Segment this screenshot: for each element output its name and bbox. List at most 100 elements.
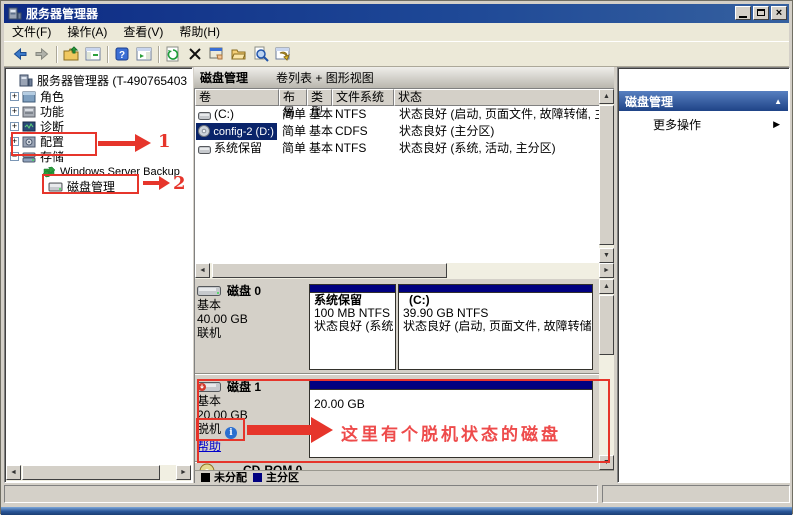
volume-status: 状态良好 (系统, 活动, 主分区) <box>399 140 599 157</box>
volume-type: 基本 <box>309 140 333 157</box>
scroll-thumb[interactable] <box>22 465 160 480</box>
app-icon <box>8 7 22 20</box>
partition-system-reserved[interactable]: 系统保留 100 MB NTFS 状态良好 (系统 <box>309 284 396 370</box>
volume-row-c[interactable]: (C:) 简单 基本 NTFS 状态良好 (启动, 页面文件, 故障转储, 主 <box>195 106 599 123</box>
partition-title: (C:) <box>399 293 592 307</box>
column-header-layout[interactable]: 布局 <box>279 89 307 106</box>
selected-volume-cell[interactable]: config-2 (D:) <box>196 123 277 140</box>
scroll-right-icon[interactable]: ► <box>176 465 191 480</box>
volume-filesystem: CDFS <box>335 123 368 140</box>
scroll-left-icon[interactable]: ◄ <box>6 465 21 480</box>
collapse-icon[interactable]: ▲ <box>774 97 782 106</box>
refresh-icon <box>165 46 181 62</box>
cd-rom-icon <box>199 463 215 470</box>
cd-icon <box>198 125 210 137</box>
partition-title: 系统保留 <box>310 293 395 307</box>
tree-item-features[interactable]: + 功能 <box>10 104 64 119</box>
column-header-volume[interactable]: 卷 <box>195 89 279 106</box>
expander-icon[interactable]: + <box>10 107 19 116</box>
annotation-arrow3-shaft <box>247 425 312 435</box>
up-folder-button[interactable] <box>60 44 82 65</box>
refresh-button[interactable] <box>162 44 184 65</box>
scroll-up-icon[interactable]: ▲ <box>599 279 614 294</box>
volume-filesystem: NTFS <box>335 140 366 157</box>
scroll-down-icon[interactable]: ▼ <box>599 248 614 263</box>
toolbar-separator <box>107 46 108 63</box>
title-bar[interactable]: 服务器管理器 × <box>4 4 789 23</box>
menu-action[interactable]: 操作(A) <box>59 23 115 42</box>
toolbar-separator <box>56 46 57 63</box>
status-bar <box>4 485 790 505</box>
scroll-left-icon[interactable]: ◄ <box>195 263 210 278</box>
more-actions-label: 更多操作 <box>627 116 701 133</box>
console-tree-button[interactable] <box>82 44 104 65</box>
annotation-arrow1-shaft <box>98 141 135 146</box>
window-frame: 服务器管理器 × 文件(F) 操作(A) 查看(V) 帮助(H) ? <box>0 0 793 514</box>
partition-status: 状态良好 (系统 <box>310 320 395 333</box>
partition-c[interactable]: (C:) 39.90 GB NTFS 状态良好 (启动, 页面文件, 故障转储, <box>398 284 593 370</box>
volume-layout: 简单 <box>282 140 306 157</box>
annotation-rect-offline <box>196 418 245 441</box>
back-button[interactable] <box>9 44 31 65</box>
disk-size: 40.00 GB <box>197 312 307 326</box>
maximize-button[interactable] <box>753 6 769 20</box>
help-button[interactable]: ? <box>111 44 133 65</box>
actions-pane: 磁盘管理 ▲ 更多操作 ▶ <box>617 67 790 483</box>
tree-hscrollbar[interactable]: ◄ ► <box>6 465 191 481</box>
actions-section-disk-management[interactable]: 磁盘管理 ▲ <box>619 91 788 111</box>
legend-label: 未分配 <box>214 469 247 485</box>
actions-section-label: 磁盘管理 <box>625 93 673 110</box>
volume-name: config-2 (D:) <box>213 126 274 138</box>
tree-item-roles[interactable]: + 角色 <box>10 89 64 104</box>
volume-vscrollbar[interactable]: ▲ ▼ <box>599 89 614 263</box>
column-header-status[interactable]: 状态 <box>394 89 600 106</box>
volume-row-system-reserved[interactable]: 系统保留 简单 基本 NTFS 状态良好 (系统, 活动, 主分区) <box>195 140 599 157</box>
properties-icon <box>209 46 225 62</box>
action-pane-button[interactable] <box>133 44 155 65</box>
tree-root[interactable]: 服务器管理器 (T-490765403-ND <box>19 73 187 88</box>
export-list-button[interactable] <box>272 44 294 65</box>
menu-bar: 文件(F) 操作(A) 查看(V) 帮助(H) <box>4 23 789 42</box>
scroll-up-icon[interactable]: ▲ <box>599 89 614 104</box>
column-header-filesystem[interactable]: 文件系统 <box>332 89 394 106</box>
find-icon <box>253 46 269 62</box>
submenu-arrow-icon: ▶ <box>773 119 780 130</box>
disk0-row[interactable]: 磁盘 0 基本 40.00 GB 联机 系统保留 100 MB NTFS 状态良… <box>195 282 600 374</box>
legend-label: 主分区 <box>266 469 299 485</box>
forward-button[interactable] <box>31 44 53 65</box>
more-actions-item[interactable]: 更多操作 ▶ <box>619 115 788 133</box>
scroll-thumb[interactable] <box>212 263 447 278</box>
volume-icon <box>198 143 211 160</box>
disk0-label[interactable]: 磁盘 0 基本 40.00 GB 联机 <box>197 284 307 340</box>
volume-status: 状态良好 (启动, 页面文件, 故障转储, 主 <box>399 106 599 123</box>
volume-hscrollbar[interactable]: ◄ ► <box>195 263 614 279</box>
delete-button[interactable] <box>184 44 206 65</box>
cdrom0-row[interactable]: CD-ROM 0 <box>195 463 600 470</box>
find-button[interactable] <box>250 44 272 65</box>
close-button[interactable]: × <box>771 6 787 20</box>
tree-root-label: 服务器管理器 (T-490765403-ND <box>37 72 187 89</box>
action-pane-icon <box>136 46 152 62</box>
annotation-note: 这里有个脱机状态的磁盘 <box>341 420 561 445</box>
scroll-thumb[interactable] <box>599 105 614 245</box>
primary-partition-bar <box>399 285 592 293</box>
column-header-type[interactable]: 类型 <box>307 89 332 106</box>
scroll-right-icon[interactable]: ► <box>599 263 614 278</box>
expander-icon[interactable]: + <box>10 122 19 131</box>
volume-row-config2[interactable]: config-2 (D:) 简单 基本 CDFS 状态良好 (主分区) <box>195 123 599 140</box>
minimize-button[interactable] <box>735 6 751 20</box>
open-folder-button[interactable] <box>228 44 250 65</box>
features-icon <box>22 106 36 118</box>
menu-help[interactable]: 帮助(H) <box>171 23 228 42</box>
scroll-thumb[interactable] <box>599 295 614 355</box>
menu-file[interactable]: 文件(F) <box>4 23 59 42</box>
pane-title: 磁盘管理 <box>194 69 248 86</box>
export-list-icon <box>275 46 291 62</box>
open-folder-icon <box>231 46 247 62</box>
disk-management-pane-header: 磁盘管理 卷列表 + 图形视图 <box>194 67 614 89</box>
disk-kind: 基本 <box>197 298 307 312</box>
properties-button[interactable] <box>206 44 228 65</box>
pane-subtitle: 卷列表 + 图形视图 <box>248 69 374 86</box>
expander-icon[interactable]: + <box>10 92 19 101</box>
menu-view[interactable]: 查看(V) <box>115 23 171 42</box>
